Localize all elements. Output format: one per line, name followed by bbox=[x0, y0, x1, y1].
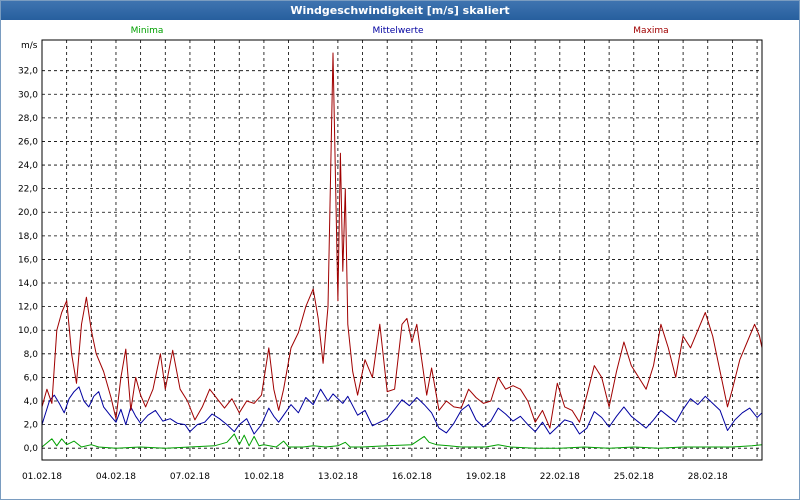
y-tick-label: 30,0 bbox=[18, 90, 38, 100]
y-tick-label: 0,0 bbox=[24, 444, 39, 454]
y-tick-label: 4,0 bbox=[24, 397, 39, 407]
x-tick-label: 16.02.18 bbox=[392, 472, 432, 482]
x-tick-label: 01.02.18 bbox=[22, 472, 62, 482]
series-line-mittelwerte bbox=[41, 386, 763, 435]
wind-speed-chart: 0,0 2,0 4,0 6,0 8,0 10,0 12,0 14,0 16,0 18,0 20,0 2… bbox=[18, 26, 763, 482]
y-tick-label: 32,0 bbox=[18, 67, 38, 77]
y-tick-label: 8,0 bbox=[24, 350, 39, 360]
series-line-minima bbox=[41, 433, 763, 449]
x-tick-label: 25.02.18 bbox=[614, 472, 654, 482]
x-tick-label: 04.02.18 bbox=[96, 472, 136, 482]
x-tick-label: 28.02.18 bbox=[688, 472, 728, 482]
x-tick-label: 22.02.18 bbox=[540, 472, 580, 482]
y-tick-label: 6,0 bbox=[24, 373, 39, 383]
y-tick-label: 26,0 bbox=[18, 137, 38, 147]
legend-mittelwerte: Mittelwerte bbox=[372, 26, 423, 36]
y-tick-label: 18,0 bbox=[18, 232, 38, 242]
legend-minima: Minima bbox=[131, 26, 164, 36]
y-tick-label: 14,0 bbox=[18, 279, 38, 289]
x-tick-label: 19.02.18 bbox=[466, 472, 506, 482]
y-tick-label: 16,0 bbox=[18, 255, 38, 265]
y-tick-label: 10,0 bbox=[18, 326, 38, 336]
series-lines bbox=[41, 52, 763, 449]
y-axis-label: m/s bbox=[21, 41, 38, 51]
y-tick-label: 12,0 bbox=[18, 303, 38, 313]
x-tick-label: 13.02.18 bbox=[318, 472, 358, 482]
y-tick-label: 2,0 bbox=[24, 421, 39, 431]
x-tick-label: 07.02.18 bbox=[170, 472, 210, 482]
y-tick-label: 28,0 bbox=[18, 114, 38, 124]
x-tick-label: 10.02.18 bbox=[244, 472, 284, 482]
legend-maxima: Maxima bbox=[633, 26, 668, 36]
y-tick-label: 20,0 bbox=[18, 208, 38, 218]
y-tick-label: 22,0 bbox=[18, 185, 38, 195]
y-tick-label: 24,0 bbox=[18, 161, 38, 171]
series-line-maxima bbox=[41, 52, 763, 429]
